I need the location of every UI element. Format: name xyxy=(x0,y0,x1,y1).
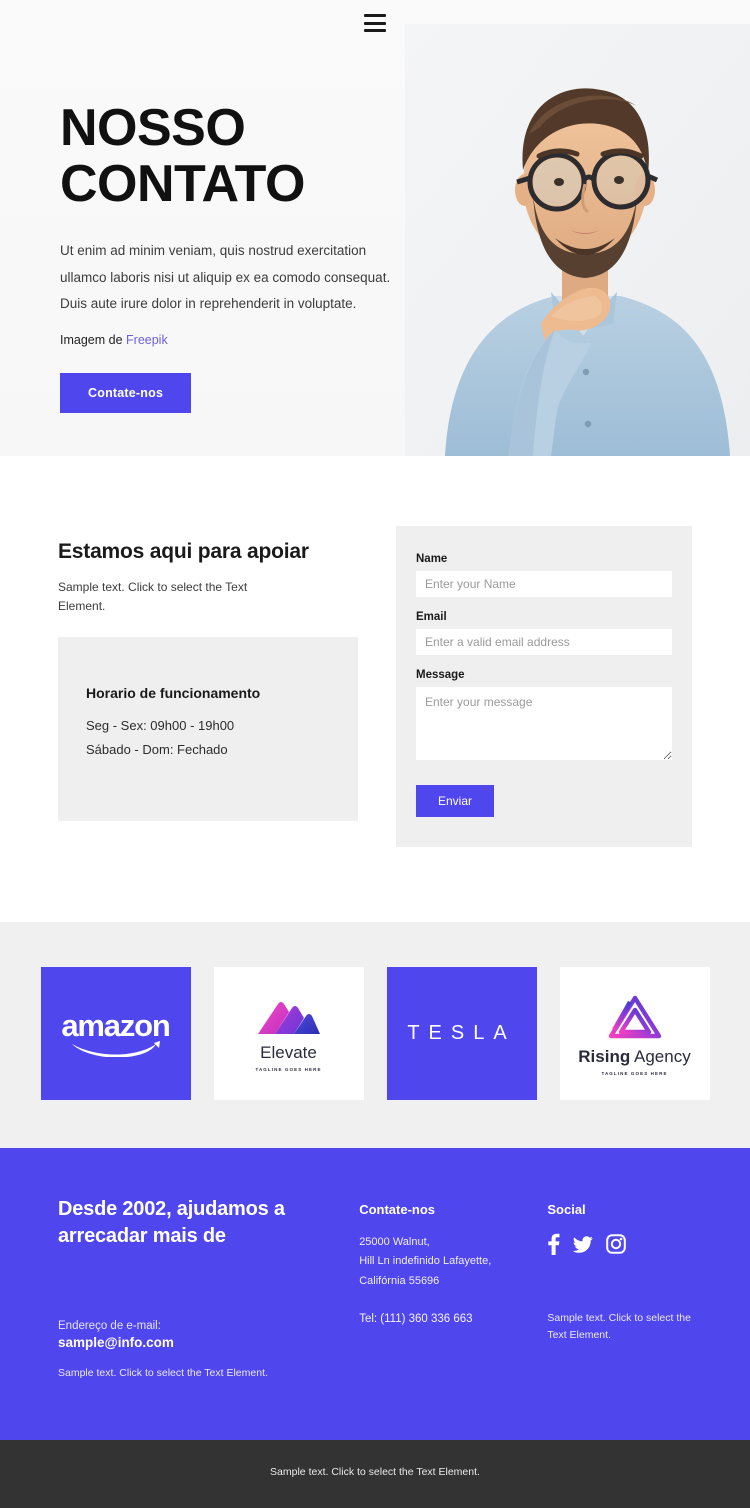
hero-section: NOSSO CONTATO Ut enim ad minim veniam, q… xyxy=(0,0,750,456)
footer-note: Sample text. Click to select the Text El… xyxy=(58,1367,268,1379)
amazon-wordmark: amazon xyxy=(61,1008,170,1043)
hamburger-menu-icon[interactable] xyxy=(364,14,386,32)
business-hours-card: Horario de funcionamento Seg - Sex: 09h0… xyxy=(58,637,358,822)
footer-address-line-1: 25000 Walnut, xyxy=(359,1236,430,1248)
message-textarea[interactable] xyxy=(416,687,672,760)
contact-left-column: Estamos aqui para apoiar Sample text. Cl… xyxy=(58,526,358,847)
footer-telephone[interactable]: Tel: (111) 360 336 663 xyxy=(359,1313,517,1325)
elevate-mountains-icon xyxy=(257,1001,320,1034)
email-label: Email xyxy=(416,611,447,623)
hamburger-bar xyxy=(364,14,386,17)
message-label: Message xyxy=(416,669,465,681)
name-input[interactable] xyxy=(416,571,672,597)
hero-description: Ut enim ad minim veniam, quis nostrud ex… xyxy=(60,243,391,311)
page-title: NOSSO CONTATO xyxy=(60,100,420,212)
contact-subtext: Sample text. Click to select the Text El… xyxy=(58,580,248,613)
footer-email-value[interactable]: sample@info.com xyxy=(58,1335,329,1350)
logo-card-amazon[interactable]: amazon xyxy=(40,967,191,1100)
bottom-bar-text: Sample text. Click to select the Text El… xyxy=(270,1465,480,1478)
elevate-wordmark: Elevate xyxy=(260,1042,317,1062)
footer-column-about: Desde 2002, ajudamos a arrecadar mais de… xyxy=(58,1196,329,1382)
hero-title-line-2: CONTATO xyxy=(60,155,305,214)
hero-photo xyxy=(405,24,750,456)
rising-agency-light: Agency xyxy=(630,1046,691,1066)
contact-us-button[interactable]: Contate-nos xyxy=(60,373,192,414)
rising-agency-wordmark: Rising Agency xyxy=(578,1047,690,1067)
footer-social-note: Sample text. Click to select the Text El… xyxy=(547,1312,691,1341)
email-input[interactable] xyxy=(416,629,672,655)
hamburger-bar xyxy=(364,29,386,32)
rising-agency-tagline: TAGLINE GOES HERE xyxy=(601,1070,668,1076)
name-field-group: Name xyxy=(416,553,672,597)
submit-button[interactable]: Enviar xyxy=(416,785,495,817)
freepik-link[interactable]: Freepik xyxy=(126,333,168,347)
partner-logos-section: amazon Elevate TAGLINE GOES HERE TESLA R… xyxy=(0,922,750,1148)
footer-column-contact: Contate-nos 25000 Walnut, Hill Ln indefi… xyxy=(359,1196,517,1382)
hero-title-line-1: NOSSO xyxy=(60,99,246,157)
contact-form: Name Email Message Enviar xyxy=(396,526,692,847)
contact-section: Estamos aqui para apoiar Sample text. Cl… xyxy=(0,456,750,922)
tesla-wordmark: TESLA xyxy=(407,1022,516,1044)
image-credit-prefix: Imagem de xyxy=(60,333,127,348)
footer-heading: Desde 2002, ajudamos a arrecadar mais de xyxy=(58,1198,285,1247)
name-label: Name xyxy=(416,553,448,565)
partner-logos-row: amazon Elevate TAGLINE GOES HERE TESLA R… xyxy=(0,967,750,1100)
footer-email-label: Endereço de e-mail: xyxy=(58,1320,161,1332)
email-field-group: Email xyxy=(416,611,672,655)
business-hours-weekend: Sábado - Dom: Fechado xyxy=(86,742,228,758)
rising-agency-triangle-icon xyxy=(608,995,661,1038)
hero-content: NOSSO CONTATO Ut enim ad minim veniam, q… xyxy=(0,0,420,414)
footer-address-line-3: Califórnia 55696 xyxy=(359,1274,440,1287)
twitter-icon[interactable] xyxy=(573,1235,594,1253)
facebook-icon[interactable] xyxy=(547,1233,560,1255)
site-footer: Desde 2002, ajudamos a arrecadar mais de… xyxy=(0,1148,750,1440)
footer-social-title: Social xyxy=(547,1202,586,1217)
footer-contact-title: Contate-nos xyxy=(359,1202,436,1217)
footer-address-line-2: Hill Ln indefinido Lafayette, xyxy=(359,1255,492,1268)
business-hours-title: Horario de funcionamento xyxy=(86,685,261,702)
rising-agency-bold: Rising xyxy=(578,1046,631,1066)
instagram-icon[interactable] xyxy=(606,1234,627,1254)
hamburger-bar xyxy=(364,21,386,25)
logo-card-elevate[interactable]: Elevate TAGLINE GOES HERE xyxy=(213,967,364,1100)
business-hours-weekdays: Seg - Sex: 09h00 - 19h00 xyxy=(86,718,235,734)
page-root: NOSSO CONTATO Ut enim ad minim veniam, q… xyxy=(0,0,750,1508)
message-field-group: Message xyxy=(416,669,672,765)
footer-column-social: Social Sample text. Click to select the … xyxy=(547,1196,692,1382)
logo-card-tesla[interactable]: TESLA xyxy=(386,967,537,1100)
footer-address: 25000 Walnut, Hill Ln indefinido Lafayet… xyxy=(359,1233,517,1291)
social-links xyxy=(547,1233,692,1255)
image-credit: Imagem de Freepik xyxy=(60,333,420,347)
elevate-tagline: TAGLINE GOES HERE xyxy=(255,1066,322,1072)
contact-heading: Estamos aqui para apoiar xyxy=(58,540,309,563)
logo-card-rising-agency[interactable]: Rising Agency TAGLINE GOES HERE xyxy=(559,967,710,1100)
bottom-bar: Sample text. Click to select the Text El… xyxy=(0,1439,750,1508)
